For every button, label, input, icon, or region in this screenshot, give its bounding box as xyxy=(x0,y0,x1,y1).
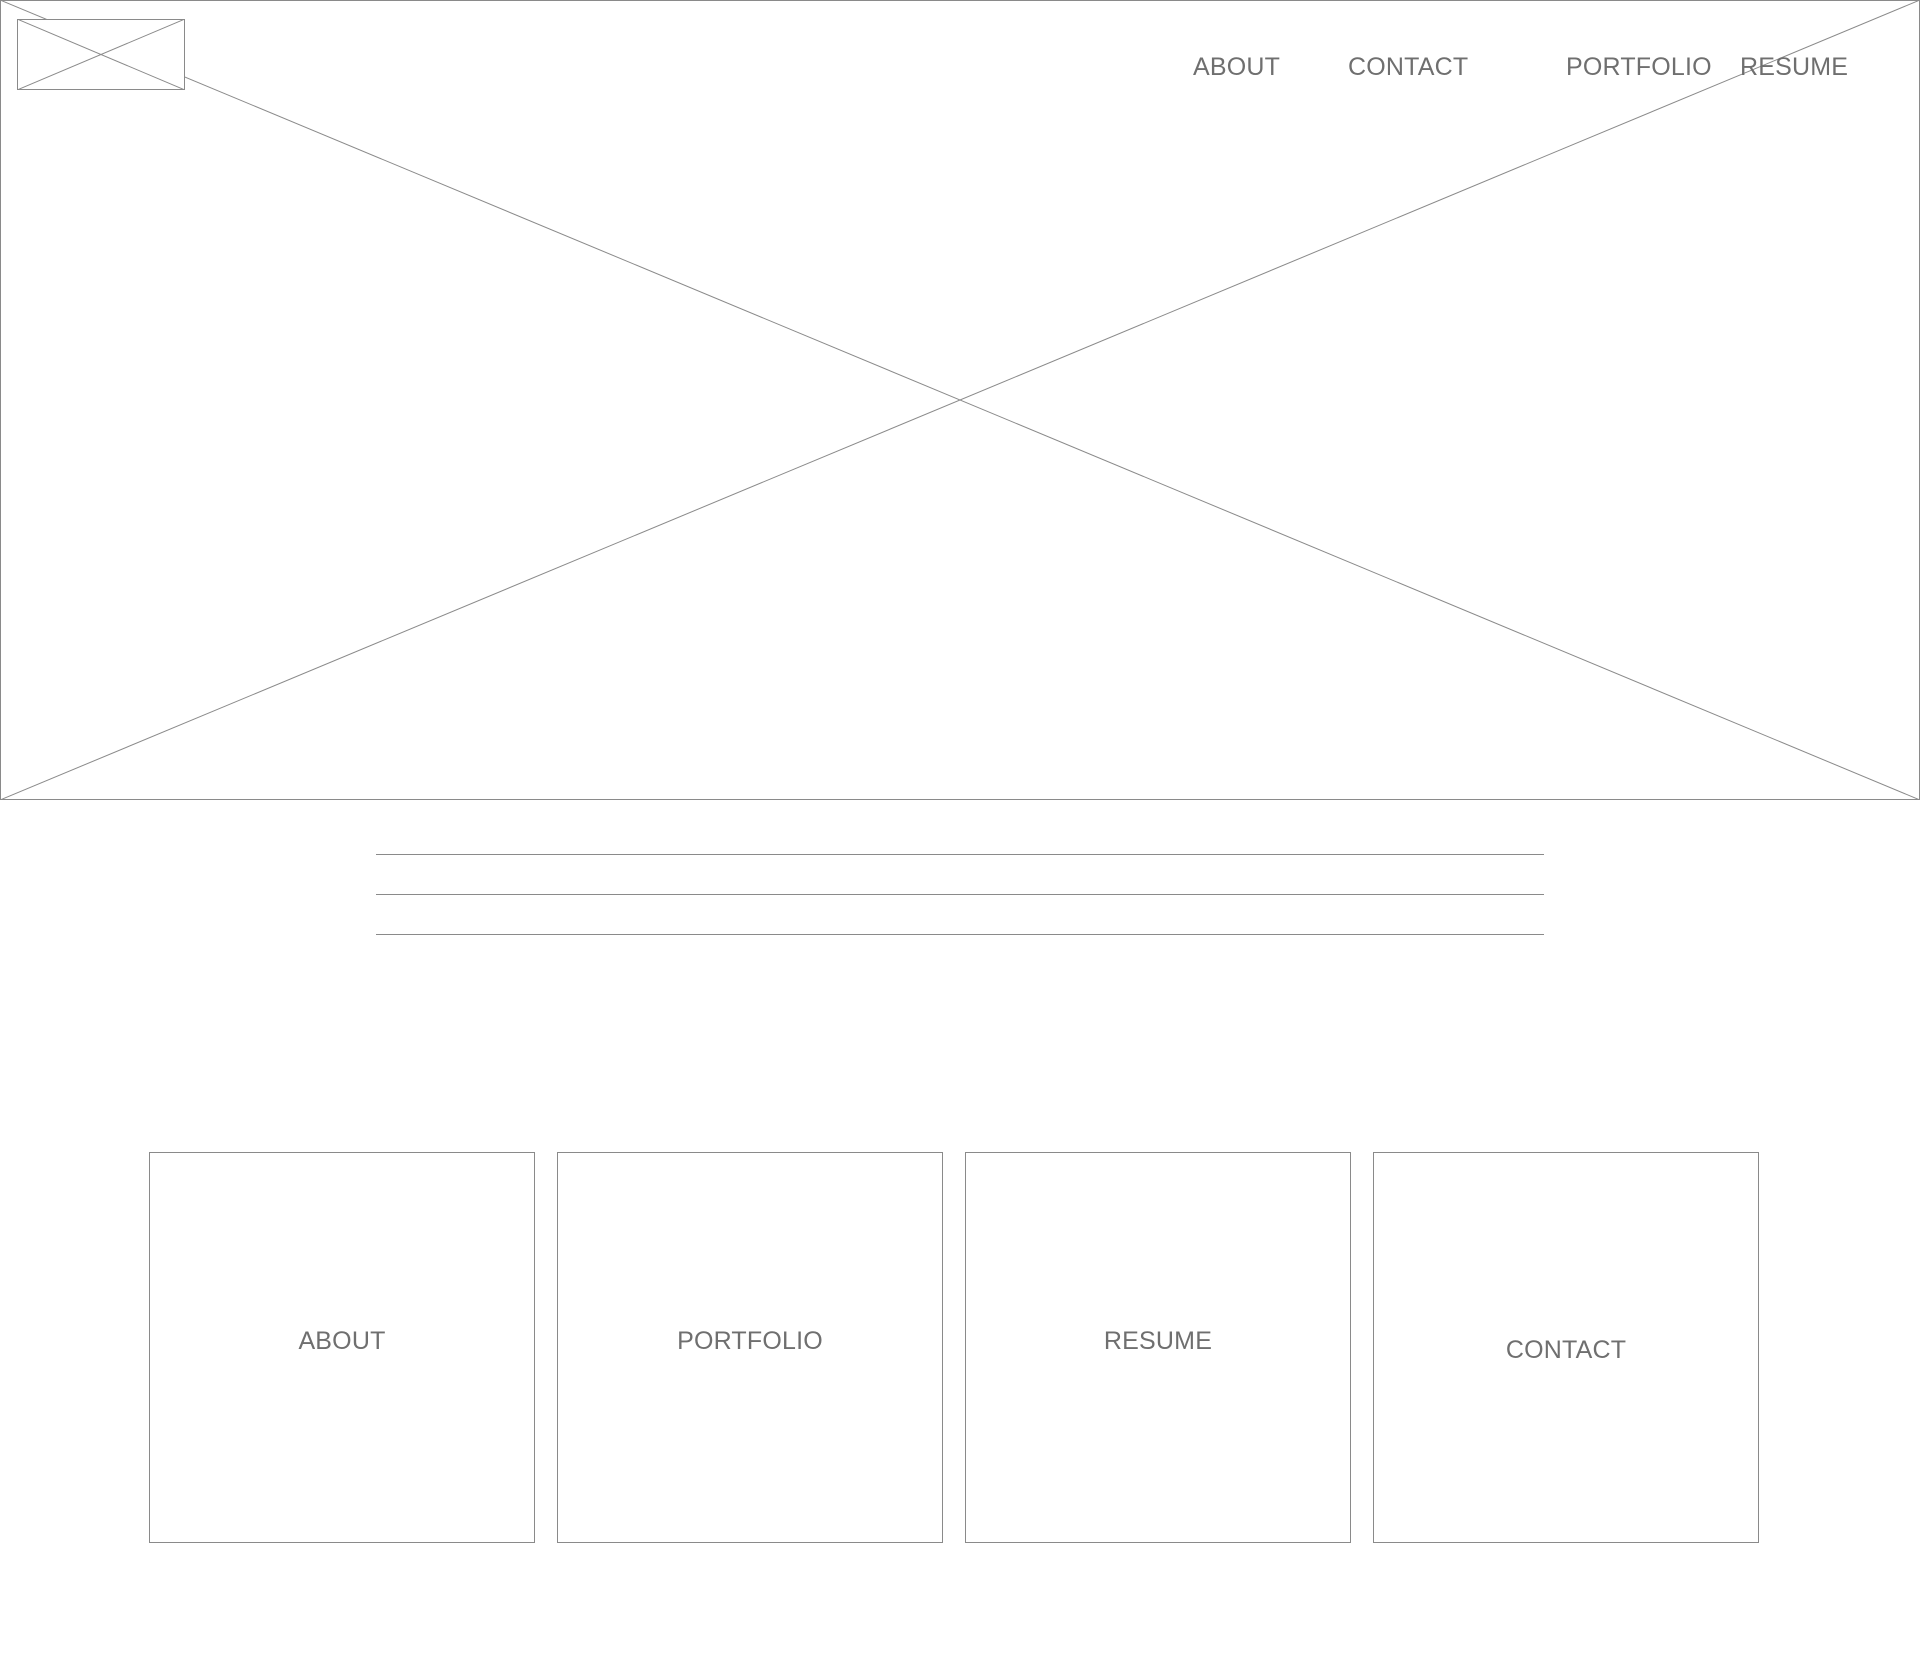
card-portfolio-label: PORTFOLIO xyxy=(677,1327,823,1355)
text-placeholder-lines xyxy=(376,850,1544,940)
hero-image-placeholder xyxy=(0,0,1920,800)
nav-link-contact[interactable]: CONTACT xyxy=(1348,52,1468,82)
card-about-label: ABOUT xyxy=(298,1327,386,1355)
card-portfolio[interactable]: PORTFOLIO xyxy=(557,1152,943,1543)
logo-placeholder-graphic xyxy=(17,19,185,90)
nav-link-resume[interactable]: RESUME xyxy=(1740,52,1848,82)
card-contact[interactable]: CONTACT xyxy=(1373,1152,1759,1543)
card-resume[interactable]: RESUME xyxy=(965,1152,1351,1543)
card-about[interactable]: ABOUT xyxy=(149,1152,535,1543)
hero-placeholder-graphic xyxy=(0,0,1920,800)
text-lines-graphic xyxy=(376,854,1544,935)
card-resume-label: RESUME xyxy=(1103,1327,1213,1355)
logo-placeholder[interactable] xyxy=(17,19,185,90)
nav-link-portfolio[interactable]: PORTFOLIO xyxy=(1566,52,1712,82)
card-contact-label: CONTACT xyxy=(1505,1336,1627,1364)
nav-link-about[interactable]: ABOUT xyxy=(1193,52,1280,82)
